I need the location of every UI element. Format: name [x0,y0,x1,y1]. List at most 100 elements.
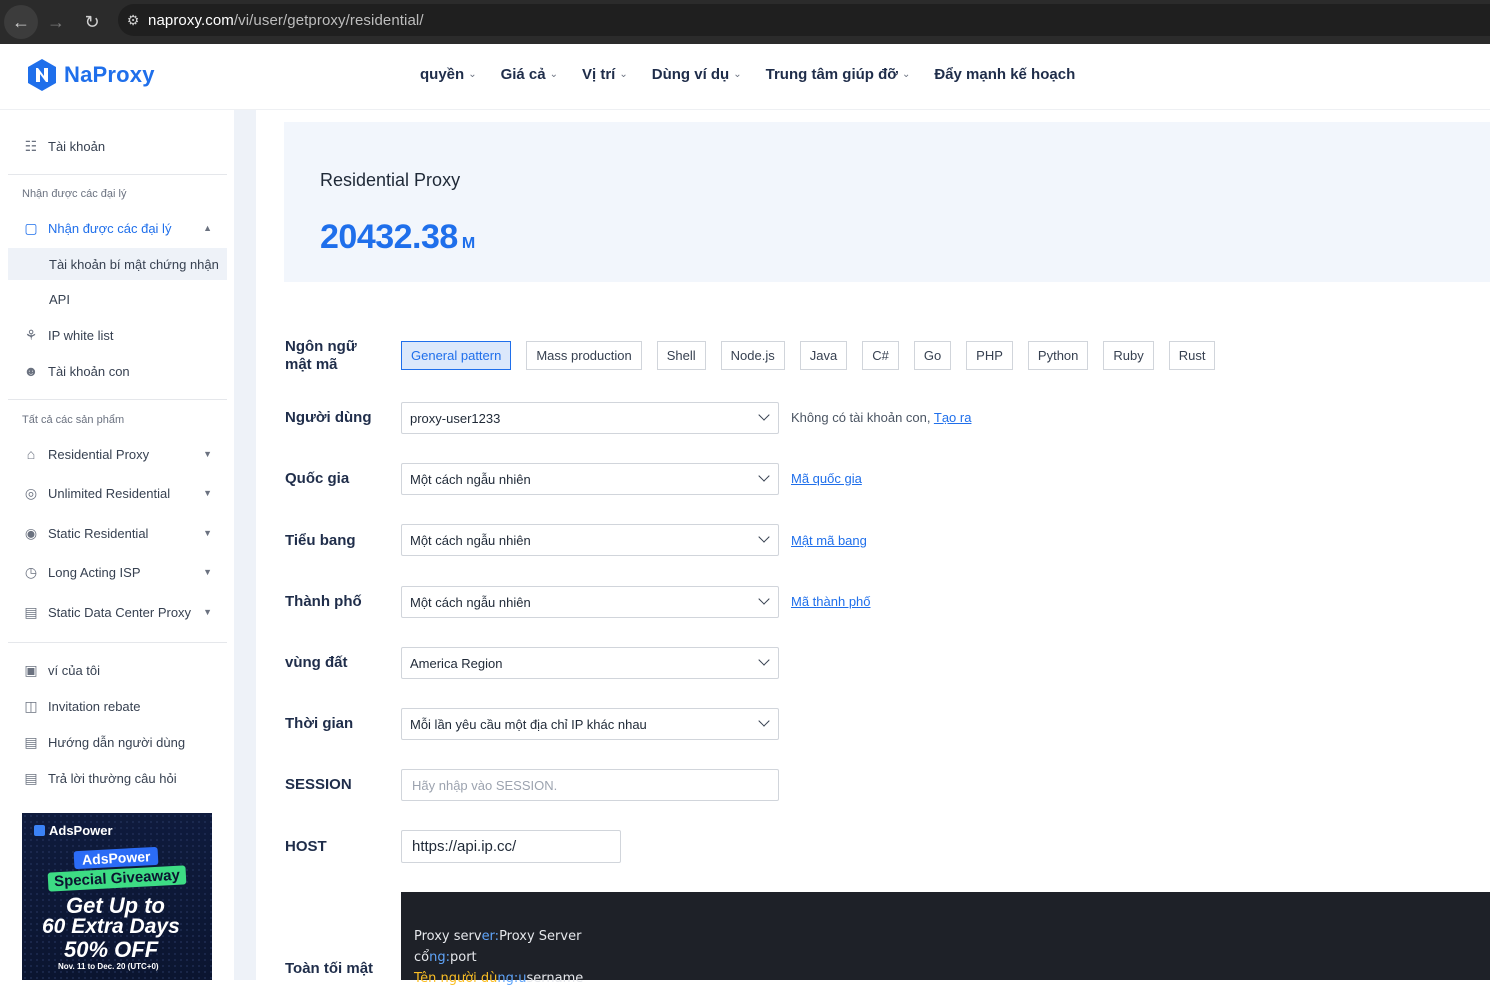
region-select[interactable]: America Region [401,647,779,679]
city-code-link[interactable]: Mã thành phố [791,594,871,609]
state-label: Tiểu bang [285,532,356,549]
region-label: vùng đất [285,654,348,671]
state-select-value: Một cách ngẫu nhiên [410,532,531,548]
sidebar-divider [8,399,227,400]
sidebar-subitem-label: API [49,291,70,307]
code-line: Tên người dùng:username [414,971,583,986]
tab-label: PHP [976,348,1003,363]
globe-icon: ◎ [24,484,38,501]
tab-label: Go [923,348,942,363]
country-select-value: Một cách ngẫu nhiên [410,471,531,487]
sidebar-item-faq[interactable]: ▤ Trả lời thường câu hỏi [22,769,222,787]
sidebar-subitem-api[interactable]: API [8,283,227,315]
tab-nodejs[interactable]: Node.js [720,341,785,370]
adspower-logo-icon [34,825,45,836]
sidebar-item-invitation[interactable]: ◫ Invitation rebate [22,697,222,715]
sidebar-item-residential-proxy[interactable]: ⌂ Residential Proxy ▼ [22,445,222,463]
tab-rust[interactable]: Rust [1168,341,1216,370]
nav-label: quyền [420,66,465,83]
document-icon: ▤ [24,733,38,750]
user-select-value: proxy-user1233 [410,410,501,426]
nav-item-help-center[interactable]: Trung tâm giúp đỡ ⌄ [766,66,911,83]
sidebar-item-agents[interactable]: ▢ Nhận được các đại lý ▲ [22,219,222,237]
forward-icon[interactable]: → [38,4,74,40]
code-text: Tên người dù [414,971,498,986]
tab-ruby[interactable]: Ruby [1103,341,1154,370]
sidebar-item-static-residential[interactable]: ◉ Static Residential ▼ [22,524,222,542]
user-icon: ☻ [23,363,39,379]
sidebar-item-static-datacenter[interactable]: ▤ Static Data Center Proxy ▼ [22,603,222,621]
user-select[interactable]: proxy-user1233 [401,402,779,434]
main-content: Residential Proxy 20432.38 M Ngôn ngữ mật… [256,110,1490,986]
nav-label: Đẩy mạnh kế hoạch [934,66,1076,83]
country-select[interactable]: Một cách ngẫu nhiên [401,463,779,495]
time-select[interactable]: Mỗi lần yêu cầu một địa chỉ IP khác nhau [401,708,779,740]
tab-label: General pattern [411,348,502,363]
nav-item-pricing[interactable]: Giá cả ⌄ [501,66,558,83]
sidebar-divider [8,174,227,175]
sidebar-item-label: Unlimited Residential [48,485,171,501]
sidebar-subitem-secret-account[interactable]: Tài khoản bí mật chứng nhận [8,248,227,280]
sidebar-item-unlimited-residential[interactable]: ◎ Unlimited Residential ▼ [22,484,222,502]
lock-user-icon: ⚘ [24,326,38,343]
tab-java[interactable]: Java [799,341,848,370]
region-select-value: America Region [410,655,503,671]
reload-icon[interactable]: ↻ [74,4,110,40]
sidebar-item-label: IP white list [48,327,114,343]
code-text: ng:u [497,971,527,986]
chevron-down-icon [758,531,770,543]
balance-unit: M [461,235,475,252]
chevron-down-icon: ⌄ [468,69,477,80]
nav-item-locations[interactable]: Vị trí ⌄ [582,66,628,83]
tab-go[interactable]: Go [913,341,952,370]
create-sub-account-link[interactable]: Tạo ra [934,410,972,425]
secret-label: Toàn tối mật [285,960,374,977]
sidebar-item-label: ví của tôi [48,662,101,678]
tab-general-pattern[interactable]: General pattern [401,341,512,370]
back-icon[interactable]: ← [4,5,38,39]
sidebar-item-wallet[interactable]: ▣ ví của tôi [22,661,222,679]
sidebar-item-label: Hướng dẫn người dùng [48,734,186,750]
balance-title: Residential Proxy [320,170,461,190]
sidebar-section-title: Nhận được các đại lý [22,188,127,200]
adspower-ad-banner[interactable]: AdsPower AdsPower Special Giveaway Get U… [22,813,212,980]
tab-mass-production[interactable]: Mass production [526,341,642,370]
sidebar-item-account[interactable]: ☷ Tài khoản [22,137,222,155]
tab-shell[interactable]: Shell [656,341,706,370]
wallet-icon: ▣ [24,661,38,678]
sidebar-item-long-acting-isp[interactable]: ◷ Long Acting ISP ▼ [22,563,222,581]
tab-python[interactable]: Python [1027,341,1089,370]
country-code-link[interactable]: Mã quốc gia [791,471,862,486]
logo[interactable]: NaProxy [26,58,155,92]
location-pin-icon: ◉ [24,524,38,541]
tab-label: Java [809,348,838,363]
tab-csharp[interactable]: C# [862,341,899,370]
sidebar-divider [8,642,227,643]
browser-toolbar: ← → ↻ ⚙ naproxy.com/vi/user/getproxy/res… [0,0,1490,44]
server-icon: ▤ [24,603,38,620]
sidebar-item-label: Invitation rebate [48,698,141,714]
nav-item-promotion[interactable]: Đẩy mạnh kế hoạch [934,66,1075,83]
address-bar[interactable]: ⚙ naproxy.com/vi/user/getproxy/residenti… [118,4,1490,36]
logo-text: NaProxy [64,62,155,87]
top-nav: quyền ⌄ Giá cả ⌄ Vị trí ⌄ Dùng ví dụ ⌄ Trung… [420,66,1099,83]
lang-tabs: General pattern Mass production Shell No… [401,341,1230,370]
state-select[interactable]: Một cách ngẫu nhiên [401,524,779,556]
sidebar-item-sub-account[interactable]: ☻ Tài khoản con [22,362,222,380]
nav-item-permissions[interactable]: quyền ⌄ [420,66,477,83]
sidebar-item-ip-whitelist[interactable]: ⚘ IP white list [22,326,222,344]
tab-php[interactable]: PHP [966,341,1013,370]
session-placeholder: Hãy nhập vào SESSION. [412,777,558,793]
state-code-link[interactable]: Mật mã bang [791,533,867,548]
session-input[interactable]: Hãy nhập vào SESSION. [401,769,779,801]
sidebar-item-guide[interactable]: ▤ Hướng dẫn người dùng [22,733,222,751]
nav-item-use-cases[interactable]: Dùng ví dụ ⌄ [652,66,742,83]
site-settings-icon[interactable]: ⚙ [118,12,148,29]
sidebar-section-title: Tất cả các sản phẩm [22,414,125,426]
city-select[interactable]: Một cách ngẫu nhiên [401,586,779,618]
url-host: naproxy.com [148,11,234,29]
sidebar-item-label: Tài khoản [48,138,106,154]
url-text: naproxy.com/vi/user/getproxy/residential… [148,12,424,29]
caret-up-icon: ▲ [203,223,212,233]
host-input[interactable]: https://api.ip.cc/ [401,830,621,863]
